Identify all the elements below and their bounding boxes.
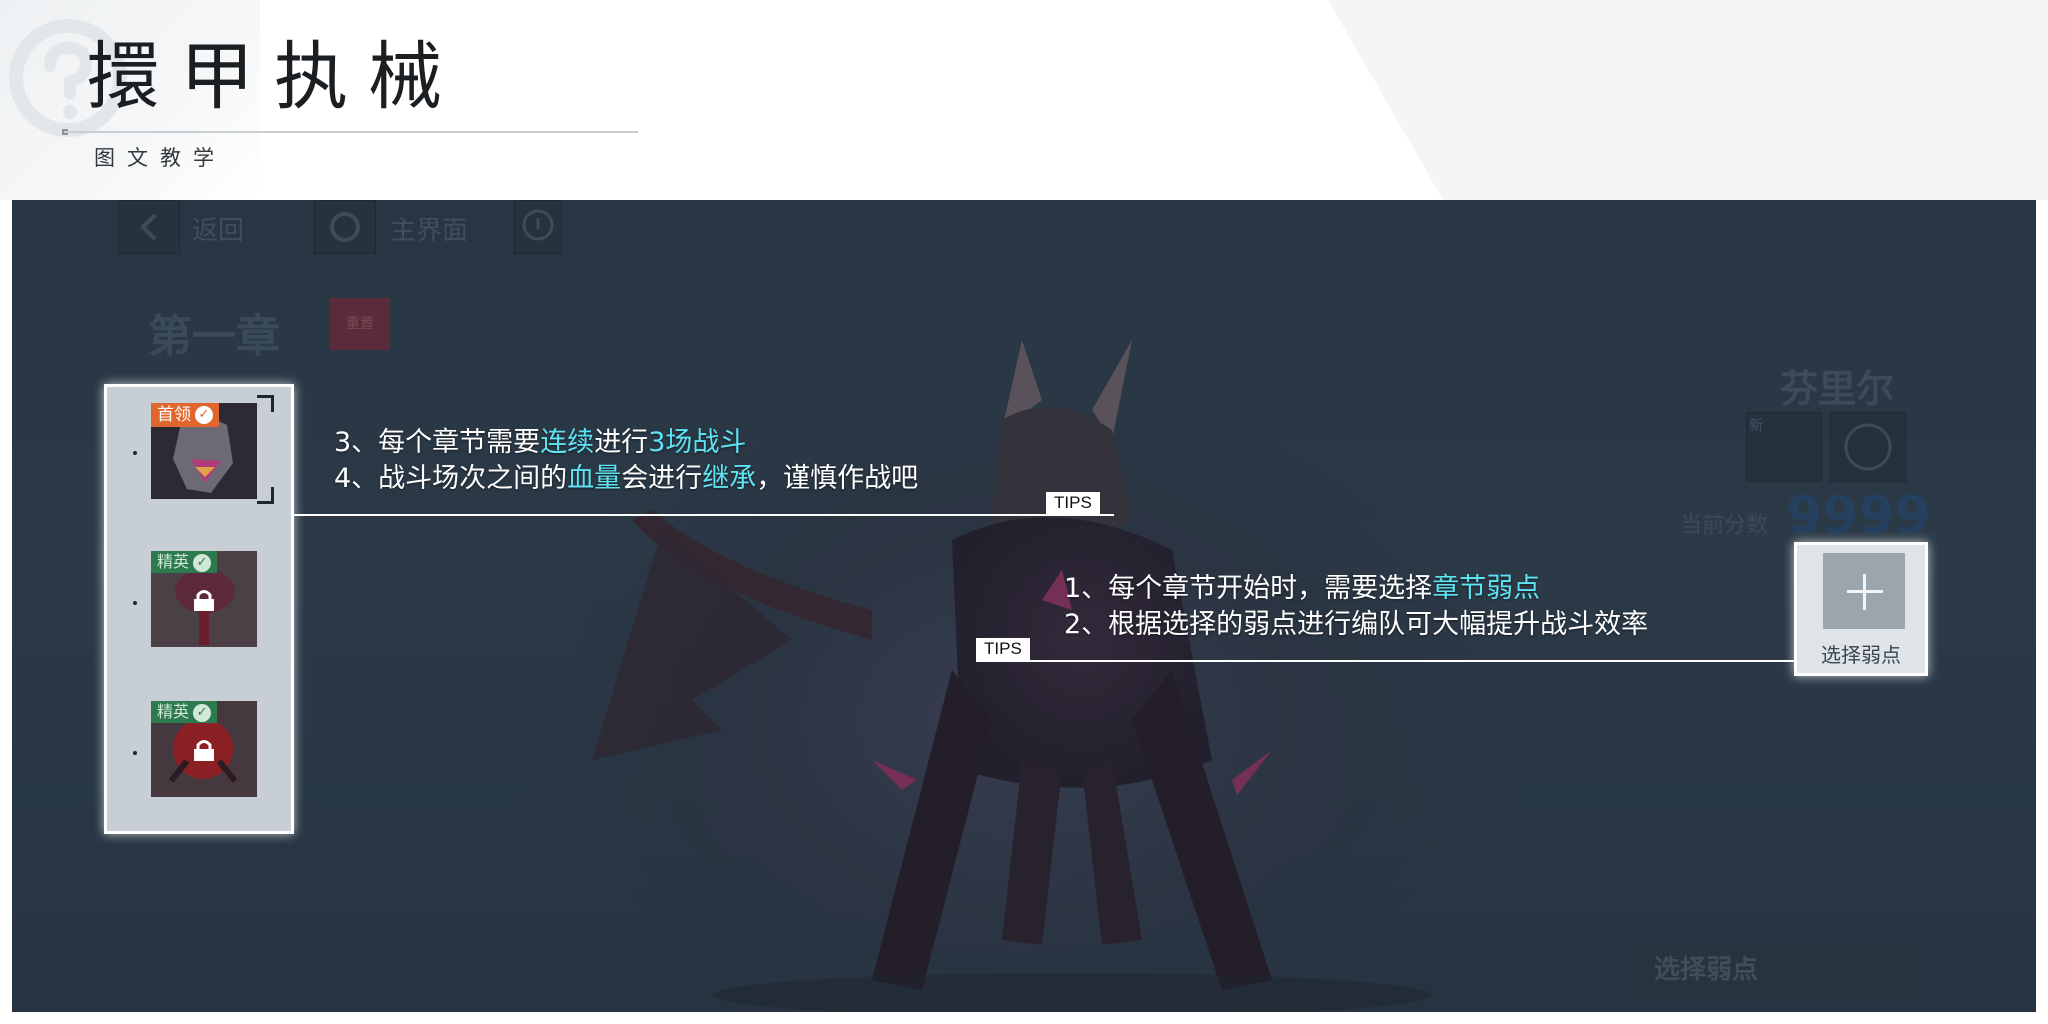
tips-connector-line bbox=[294, 514, 1114, 516]
check-icon: ✓ bbox=[193, 553, 212, 572]
tip-line-2: 2、根据选择的弱点进行编队可大幅提升战斗效率 bbox=[1064, 609, 1649, 640]
home-button[interactable] bbox=[314, 200, 376, 254]
stage-dot bbox=[133, 751, 137, 755]
chapter-title: 第一章 bbox=[148, 311, 280, 362]
boss-trait-icon-1[interactable]: 新 bbox=[1746, 412, 1822, 482]
tips-label: TIPS bbox=[976, 638, 1030, 660]
tips-connector-line bbox=[976, 660, 1796, 662]
tips-label: TIPS bbox=[1046, 492, 1100, 514]
lock-icon bbox=[194, 590, 214, 611]
check-icon: ✓ bbox=[195, 406, 213, 424]
selection-bracket-bottom bbox=[257, 487, 274, 504]
info-icon bbox=[522, 209, 554, 241]
add-weakness-button[interactable] bbox=[1823, 553, 1905, 629]
stage-dot bbox=[133, 451, 137, 455]
check-icon: ✓ bbox=[193, 703, 212, 722]
chevron-left-icon bbox=[140, 213, 157, 241]
score-label: 当前分数 bbox=[1680, 513, 1769, 538]
chapter-reset-tag[interactable]: 重置 bbox=[330, 298, 390, 350]
info-button[interactable] bbox=[514, 200, 562, 254]
boss-trait-icon-2[interactable] bbox=[1830, 412, 1906, 482]
stage-list-panel: 首领 ✓ 精英 ✓ 精英 ✓ bbox=[104, 384, 294, 834]
stage-elite-1[interactable]: 精英 ✓ bbox=[151, 551, 257, 647]
score-value: 9999 bbox=[1786, 486, 1931, 546]
elite-badge: 精英 ✓ bbox=[151, 551, 218, 573]
tip-line-3: 3、每个章节需要连续进行3场战斗 bbox=[334, 427, 747, 458]
tutorial-dim-overlay bbox=[12, 200, 2036, 1012]
header-background-right bbox=[1328, 0, 2048, 200]
boss-name: 芬里尔 bbox=[1780, 367, 1895, 411]
tip-line-1: 1、每个章节开始时，需要选择章节弱点 bbox=[1064, 573, 1541, 604]
home-circle-icon bbox=[330, 212, 360, 242]
lock-icon bbox=[194, 740, 214, 761]
select-weakness-panel[interactable]: 选择弱点 bbox=[1794, 542, 1928, 676]
back-button[interactable] bbox=[118, 200, 180, 254]
emblem-icon bbox=[1844, 423, 1892, 471]
page-title: 擐甲执械 bbox=[86, 34, 462, 120]
home-label: 主界面 bbox=[390, 216, 469, 246]
selection-bracket-top bbox=[257, 395, 274, 412]
stage-dot bbox=[133, 601, 137, 605]
new-tag: 新 bbox=[1749, 418, 1763, 434]
page-subtitle: 图文教学 bbox=[94, 146, 226, 170]
plus-icon-vertical bbox=[1863, 574, 1866, 610]
title-underline bbox=[64, 131, 638, 133]
stage-boss[interactable]: 首领 ✓ bbox=[151, 403, 257, 499]
stage-elite-2[interactable]: 精英 ✓ bbox=[151, 701, 257, 797]
elite-badge: 精英 ✓ bbox=[151, 701, 218, 723]
tip-line-4: 4、战斗场次之间的血量会进行继承，谨慎作战吧 bbox=[334, 463, 919, 494]
select-weakness-bottom-button[interactable]: 选择弱点 bbox=[1632, 942, 1914, 998]
game-screenshot: 返回 主界面 第一章 重置 芬里尔 新 当前分数 9999 选择弱点 bbox=[12, 200, 2036, 1012]
select-weakness-label: 选择弱点 bbox=[1821, 643, 1901, 667]
boss-badge: 首领 ✓ bbox=[151, 403, 219, 427]
back-label: 返回 bbox=[192, 216, 245, 246]
